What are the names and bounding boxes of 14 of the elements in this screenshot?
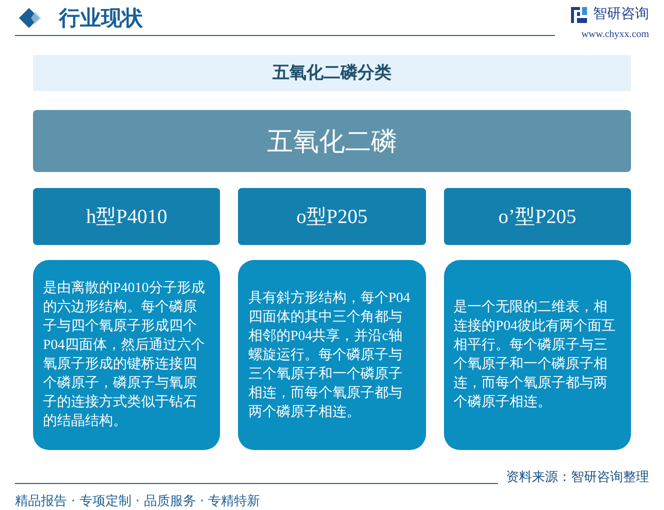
type-heading: o’型P205 [444,188,631,245]
source-note: 资料来源：智研咨询整理 [506,469,649,487]
website-url: www.chyxx.com [581,28,649,42]
type-heading: h型P4010 [33,188,220,245]
type-description: 具有斜方形结构，每个P04四面体的其中三个角都与相邻的P04共享，并沿c轴螺旋运行。每个磷原子与三个氧原子和一个磷原子相连，而每个氧原子都与两个磷原子相连。 [238,260,426,450]
slogan: 精品报告 · 专项定制 · 品质服务 · 专精特新 [15,492,260,510]
main-title: 五氧化二磷 [33,110,631,172]
brand-name: 智研咨询 [593,5,649,24]
type-heading: o型P205 [238,188,426,245]
logo-icon [571,6,587,22]
type-description: 是一个无限的二维表，相连接的P04彼此有两个面互相平行。每个磷原子与三个氧原子和一个磷原子相连，而每个氧原子都与两个磷原子相连。 [444,260,631,450]
type-description: 是由离散的P4010分子形成的六边形结构。每个磷原子与四个氧原子形成四个P04四面体，然后通过六个氧原子形成的键桥连接四个磷原子，磷原子与氧原子的连接方式类似于钻石的结晶结构。 [33,260,220,450]
section-title: 行业现状 [59,8,143,28]
banner-title: 五氧化二磷分类 [33,55,631,91]
